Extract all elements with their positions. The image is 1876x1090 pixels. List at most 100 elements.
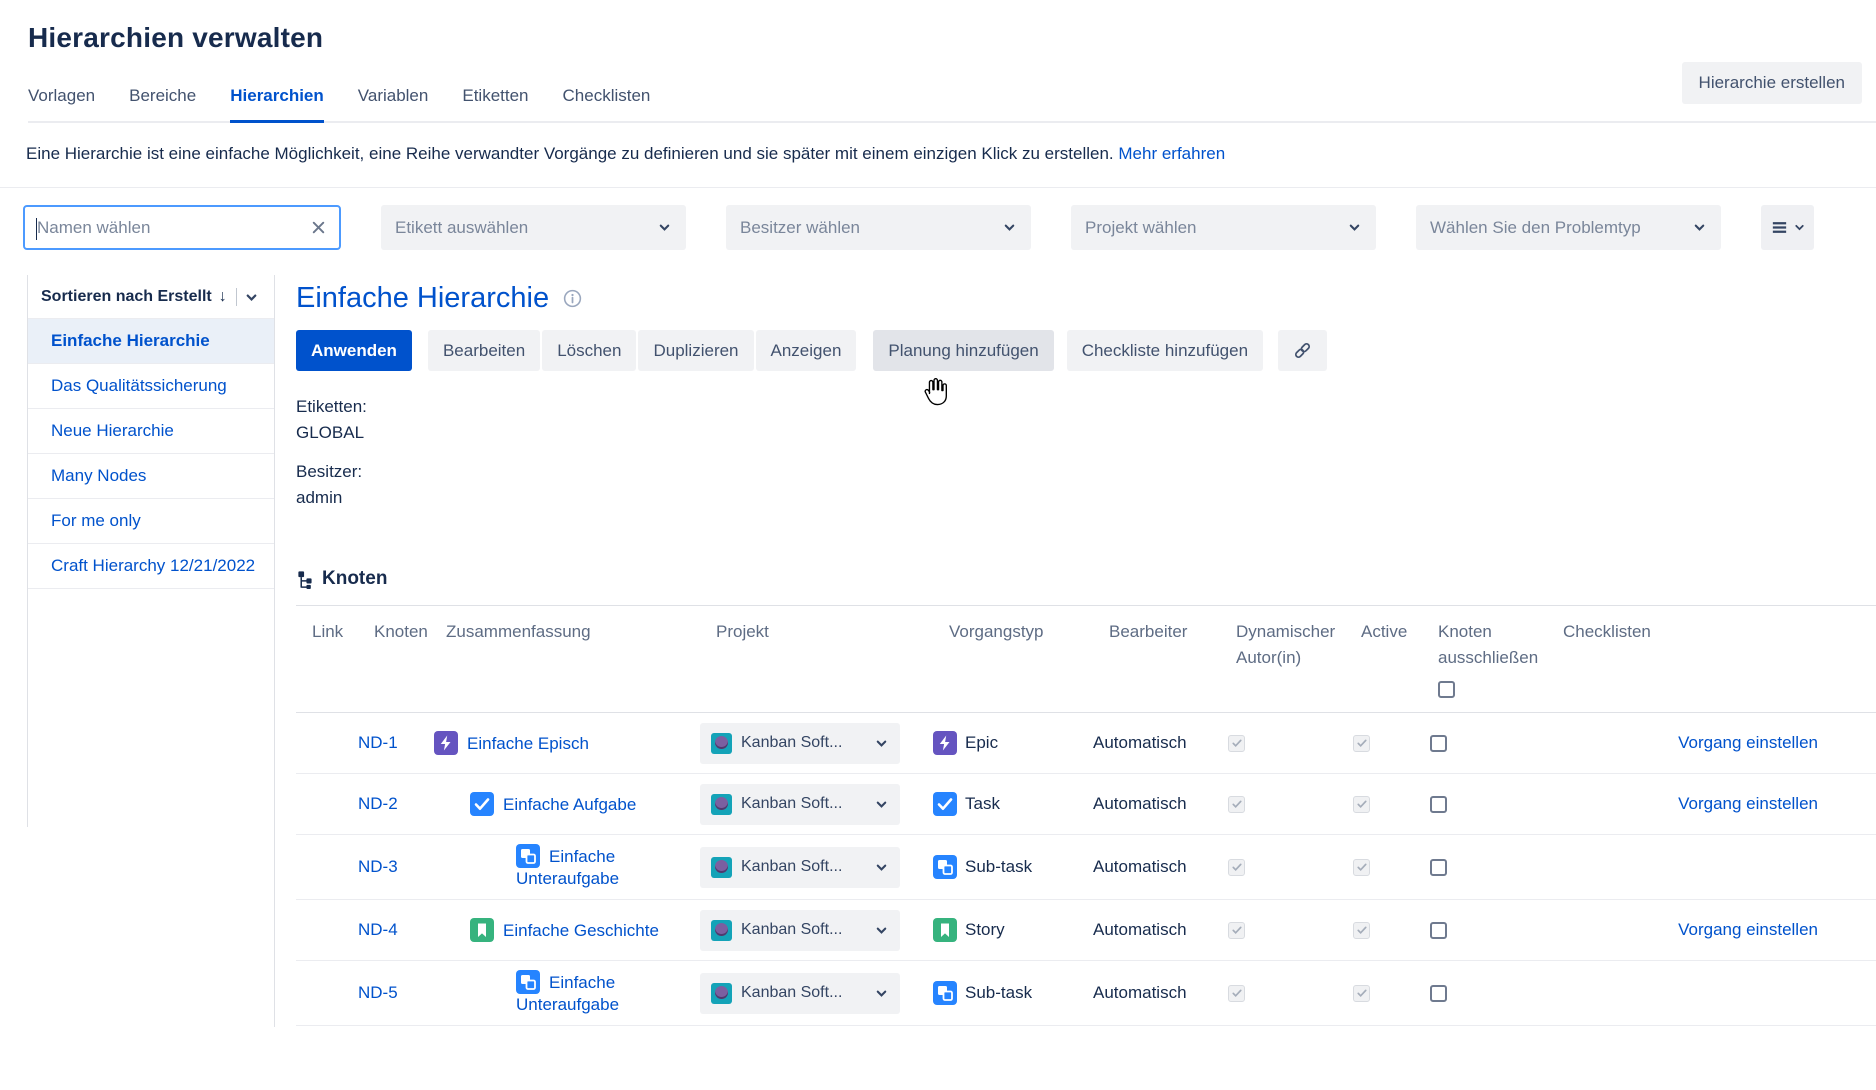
project-select[interactable]: Kanban Soft...	[700, 910, 900, 951]
project-cell: Kanban Soft...	[700, 723, 933, 764]
tab-1[interactable]: Bereiche	[129, 86, 196, 121]
chevron-down-icon	[1793, 221, 1806, 234]
node-summary-link[interactable]: Einfache Geschichte	[503, 921, 659, 940]
project-avatar	[711, 857, 732, 878]
sidebar-item-5[interactable]: Craft Hierarchy 12/21/2022	[28, 544, 274, 589]
column-header-exclude: Knoten ausschließen	[1438, 622, 1538, 667]
dynamic-author-checkbox	[1228, 985, 1245, 1002]
column-header-issue-type: Vorgangstyp	[949, 619, 1109, 698]
issue-type-icon	[933, 918, 957, 942]
sidebar-item-0[interactable]: Einfache Hierarchie	[28, 319, 274, 364]
node-key-link[interactable]: ND-4	[358, 920, 398, 939]
assignee-cell: Automatisch	[1093, 920, 1220, 940]
exclude-cell	[1422, 796, 1547, 813]
project-cell: Kanban Soft...	[700, 973, 933, 1014]
info-icon[interactable]	[562, 288, 583, 309]
filter-select-placeholder: Etikett auswählen	[395, 218, 528, 238]
node-key-cell: ND-3	[358, 857, 430, 877]
summary-cell: Einfache Aufgabe	[430, 792, 700, 816]
issue-type-icon	[933, 981, 957, 1005]
dynamic-author-checkbox	[1228, 859, 1245, 876]
active-cell	[1345, 922, 1422, 939]
node-key-link[interactable]: ND-1	[358, 733, 398, 752]
column-header-checklists: Checklisten	[1563, 619, 1876, 698]
column-header-project: Projekt	[716, 619, 949, 698]
tab-2[interactable]: Hierarchien	[230, 86, 324, 121]
node-key-link[interactable]: ND-3	[358, 857, 398, 876]
project-avatar	[711, 920, 732, 941]
owner-heading: Besitzer:	[296, 459, 1876, 485]
assignee-cell: Automatisch	[1093, 983, 1220, 1003]
set-issue-link[interactable]: Vorgang einstellen	[1678, 794, 1818, 813]
exclude-node-checkbox[interactable]	[1430, 985, 1447, 1002]
sort-control[interactable]: Sortieren nach Erstellt ↓	[28, 275, 274, 319]
project-select[interactable]: Kanban Soft...	[700, 973, 900, 1014]
set-issue-link[interactable]: Vorgang einstellen	[1678, 920, 1818, 939]
sidebar-item-4[interactable]: For me only	[28, 499, 274, 544]
clear-icon[interactable]	[310, 219, 327, 236]
group-action-button-3[interactable]: Anzeigen	[756, 330, 857, 371]
column-header-assignee: Bearbeiter	[1109, 619, 1236, 698]
chevron-down-icon[interactable]	[244, 290, 259, 305]
exclude-node-checkbox[interactable]	[1430, 796, 1447, 813]
sidebar-item-2[interactable]: Neue Hierarchie	[28, 409, 274, 454]
add-checklist-button[interactable]: Checkliste hinzufügen	[1067, 330, 1263, 371]
labels-value: GLOBAL	[296, 420, 1876, 446]
issue-type-icon	[933, 855, 957, 879]
owner-value: admin	[296, 485, 1876, 511]
project-select-value: Kanban Soft...	[741, 921, 868, 939]
tab-4[interactable]: Etiketten	[462, 86, 528, 121]
issue-type-cell: Epic	[933, 731, 1093, 755]
issue-type-icon	[470, 918, 494, 942]
nodes-section-title: Knoten	[322, 568, 387, 590]
summary-cell: Einfache Unteraufgabe	[430, 970, 700, 1016]
issue-type-label: Story	[965, 920, 1005, 940]
exclude-node-checkbox[interactable]	[1430, 735, 1447, 752]
create-hierarchy-button[interactable]: Hierarchie erstellen	[1682, 62, 1862, 104]
tab-5[interactable]: Checklisten	[563, 86, 651, 121]
issue-type-label: Sub-task	[965, 983, 1032, 1003]
chevron-down-icon	[874, 860, 889, 875]
apply-button[interactable]: Anwenden	[296, 330, 412, 371]
labels-heading: Etiketten:	[296, 394, 1876, 420]
node-summary-link[interactable]: Einfache Episch	[467, 734, 589, 753]
list-options-menu-button[interactable]	[1761, 205, 1814, 250]
group-action-button-2[interactable]: Duplizieren	[638, 330, 753, 371]
chevron-down-icon	[874, 923, 889, 938]
filter-select-1[interactable]: Besitzer wählen	[726, 205, 1031, 250]
sidebar-item-1[interactable]: Das Qualitätssicherung	[28, 364, 274, 409]
exclude-node-checkbox[interactable]	[1430, 859, 1447, 876]
project-select[interactable]: Kanban Soft...	[700, 723, 900, 764]
exclude-all-checkbox[interactable]	[1438, 681, 1455, 698]
chevron-down-icon	[657, 220, 672, 235]
project-select[interactable]: Kanban Soft...	[700, 784, 900, 825]
node-key-link[interactable]: ND-2	[358, 794, 398, 813]
filter-row: Etikett auswählen Besitzer wählen Projek…	[23, 205, 1876, 250]
tab-3[interactable]: Variablen	[358, 86, 429, 121]
set-issue-link[interactable]: Vorgang einstellen	[1678, 733, 1818, 752]
copy-link-button[interactable]	[1278, 330, 1327, 371]
project-avatar	[711, 794, 732, 815]
exclude-node-checkbox[interactable]	[1430, 922, 1447, 939]
learn-more-link[interactable]: Mehr erfahren	[1118, 144, 1225, 163]
filter-select-0[interactable]: Etikett auswählen	[381, 205, 686, 250]
node-key-link[interactable]: ND-5	[358, 983, 398, 1002]
sidebar-item-3[interactable]: Many Nodes	[28, 454, 274, 499]
group-action-button-1[interactable]: Löschen	[542, 330, 636, 371]
project-select[interactable]: Kanban Soft...	[700, 847, 900, 888]
project-cell: Kanban Soft...	[700, 784, 933, 825]
hierarchy-detail-panel: Einfache Hierarchie Anwenden Bearbeiten …	[275, 275, 1876, 1027]
node-summary-link[interactable]: Einfache Aufgabe	[503, 795, 636, 814]
name-filter-input[interactable]	[37, 218, 310, 238]
filter-select-2[interactable]: Projekt wählen	[1071, 205, 1376, 250]
column-header-active: Active	[1361, 619, 1438, 698]
sort-direction-arrow-icon[interactable]: ↓	[219, 288, 227, 306]
exclude-cell	[1422, 735, 1547, 752]
add-plan-button[interactable]: Planung hinzufügen	[873, 330, 1053, 371]
summary-cell: Einfache Geschichte	[430, 918, 700, 942]
checklist-cell: Vorgang einstellen	[1547, 733, 1876, 753]
assignee-cell: Automatisch	[1093, 794, 1220, 814]
group-action-button-0[interactable]: Bearbeiten	[428, 330, 540, 371]
filter-select-3[interactable]: Wählen Sie den Problemtyp	[1416, 205, 1721, 250]
tab-0[interactable]: Vorlagen	[28, 86, 95, 121]
